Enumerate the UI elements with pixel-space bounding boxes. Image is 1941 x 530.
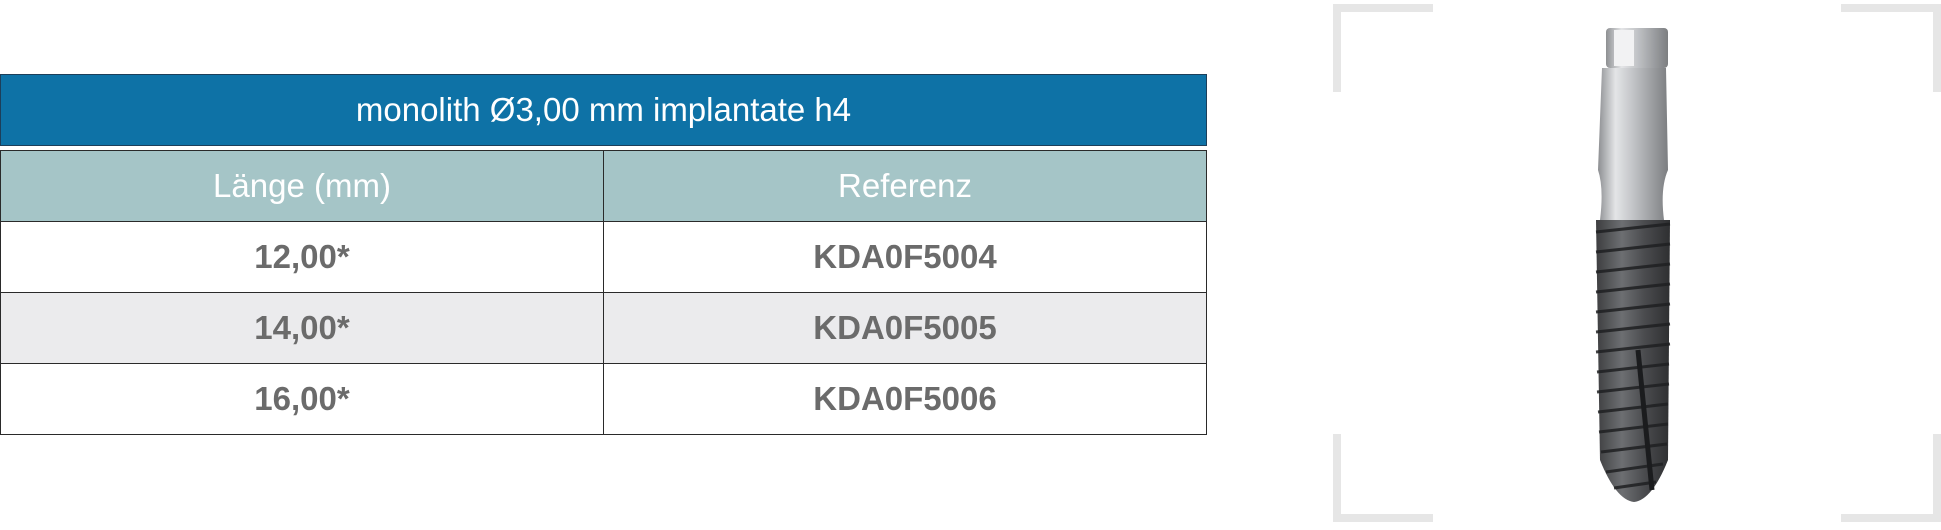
frame-corner-bottom-right [1841, 434, 1941, 522]
frame-corner-top-left [1333, 4, 1433, 92]
column-header-length: Länge (mm) [213, 167, 391, 204]
reference-cell: KDA0F5004 [603, 222, 1206, 292]
spec-table: Länge (mm) Referenz 12,00* KDA0F5004 14,… [0, 150, 1207, 435]
product-spec-page: monolith Ø3,00 mm implantate h4 Länge (m… [0, 0, 1941, 530]
reference-cell: KDA0F5006 [603, 364, 1206, 434]
frame-corner-top-right [1841, 4, 1941, 92]
table-row: 12,00* KDA0F5004 [1, 221, 1206, 292]
length-cell: 16,00* [254, 380, 350, 417]
table-row: 14,00* KDA0F5005 [1, 292, 1206, 363]
table-title: monolith Ø3,00 mm implantate h4 [0, 74, 1207, 146]
column-header-reference: Referenz [603, 151, 1206, 221]
dental-implant-icon [1595, 28, 1671, 502]
table-header-row: Länge (mm) Referenz [1, 151, 1206, 221]
length-cell: 12,00* [254, 238, 350, 275]
table-row: 16,00* KDA0F5006 [1, 363, 1206, 434]
reference-cell: KDA0F5005 [603, 293, 1206, 363]
length-cell: 14,00* [254, 309, 350, 346]
frame-corner-bottom-left [1333, 434, 1433, 522]
product-image-frame [1333, 0, 1941, 522]
